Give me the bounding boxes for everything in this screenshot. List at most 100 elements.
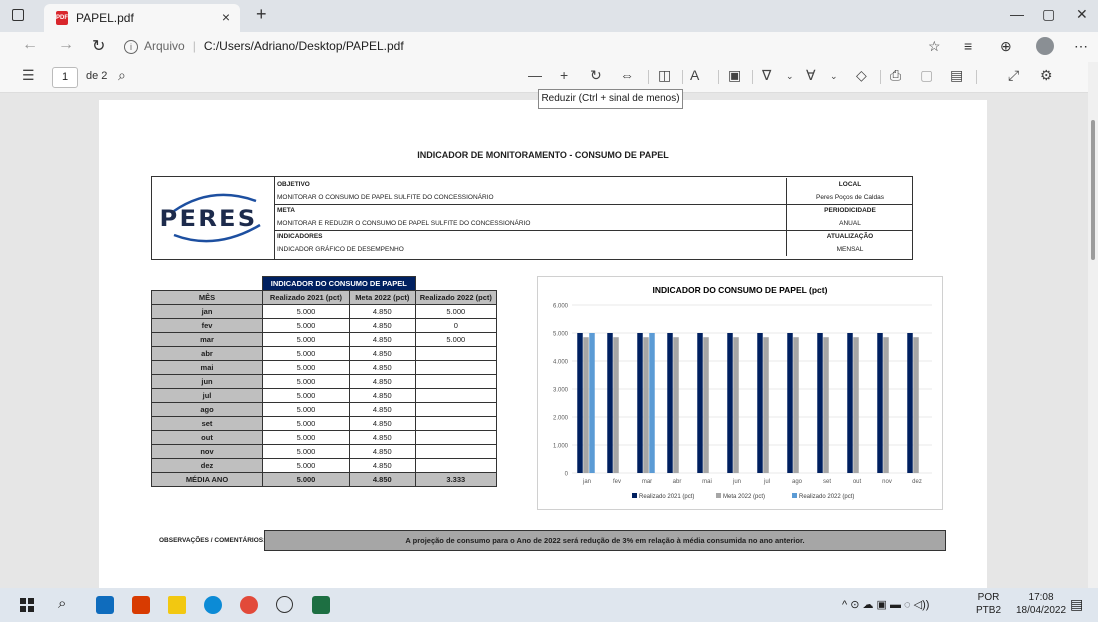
scrollbar-thumb[interactable] — [1091, 120, 1095, 260]
x-tick-label: out — [853, 479, 862, 485]
table-row: set 5.000 4.850 — [151, 416, 498, 431]
table-row: mai 5.000 4.850 — [151, 360, 498, 375]
draw-dropdown-icon[interactable]: ⌄ — [786, 71, 794, 82]
value-cell: 4.850 — [348, 402, 416, 417]
value-cell: 4.850 — [348, 304, 416, 319]
fit-page-icon[interactable]: ⇔ — [620, 67, 634, 83]
highlight-dropdown-icon[interactable]: ⌄ — [830, 71, 838, 82]
month-cell: fev — [151, 318, 263, 333]
settings-gear-icon[interactable]: ⚙ — [1040, 67, 1053, 84]
value-cell: 5.000 — [262, 374, 350, 389]
value-cell — [414, 346, 498, 361]
page-total: de 2 — [86, 70, 108, 82]
legend-swatch — [716, 493, 721, 498]
zoom-in-icon[interactable]: + — [560, 67, 568, 83]
search-taskbar-icon[interactable]: ⌕ — [58, 595, 66, 612]
fullscreen-icon[interactable]: ⤢ — [1008, 67, 1019, 84]
tray-icons[interactable]: ^ ⊙ ☁ ▣ ▬ ◌ ◁)) — [842, 598, 929, 611]
clock[interactable]: 17:08 18/04/2022 — [1016, 591, 1066, 617]
header-row-left: INDICADOR GRÁFICO DE DESEMPENHO — [277, 246, 404, 253]
collections-icon[interactable]: ⊕ — [1000, 38, 1012, 55]
legend-label: Realizado 2022 (pct) — [799, 494, 854, 500]
header-row-right: LOCAL — [786, 178, 913, 191]
rotate-icon[interactable]: ↻ — [590, 67, 602, 84]
page-view-icon[interactable]: ◫ — [658, 67, 671, 84]
month-cell: mar — [151, 332, 263, 347]
value-cell: 4.850 — [348, 444, 416, 459]
value-cell — [414, 444, 498, 459]
month-cell: abr — [151, 346, 263, 361]
value-cell — [414, 416, 498, 431]
bar-meta-2022 — [673, 337, 679, 473]
separator — [976, 70, 977, 84]
text-box-icon[interactable]: ▣ — [728, 67, 741, 84]
bar-realizado-2021 — [907, 333, 913, 473]
outlook-icon[interactable] — [96, 596, 114, 614]
refresh-icon[interactable]: ↻ — [92, 36, 105, 56]
excel-icon[interactable] — [312, 596, 330, 614]
tab-actions-icon[interactable] — [12, 9, 24, 21]
tab-close-icon[interactable]: × — [222, 9, 230, 25]
bar-meta-2022 — [703, 337, 709, 473]
more-icon[interactable]: ⋯ — [1074, 38, 1088, 55]
windows-start-icon[interactable] — [18, 596, 36, 614]
zoom-out-icon[interactable]: — — [528, 67, 542, 83]
value-cell: 0 — [414, 318, 498, 333]
close-window-button[interactable]: ✕ — [1076, 6, 1088, 23]
favorite-icon[interactable]: ☆ — [928, 38, 941, 55]
page-number-input[interactable]: 1 — [52, 67, 78, 88]
forward-icon[interactable]: → — [58, 36, 74, 54]
separator — [718, 70, 719, 84]
search-icon[interactable]: ⌕ — [118, 67, 126, 84]
tab-pdf[interactable]: PDF PAPEL.pdf × — [44, 4, 240, 32]
file-explorer-icon[interactable] — [168, 596, 186, 614]
contents-icon[interactable]: ☰ — [22, 67, 35, 84]
highlight-icon[interactable]: ∀ — [806, 67, 816, 84]
month-cell: ago — [151, 402, 263, 417]
profile-avatar[interactable] — [1036, 37, 1054, 55]
y-tick-label: 2.000 — [553, 416, 569, 422]
header-row-left: INDICADORES — [277, 233, 323, 240]
value-cell — [414, 360, 498, 375]
office-icon[interactable] — [132, 596, 150, 614]
save-as-icon[interactable]: ▤ — [950, 67, 963, 84]
clock-time: 17:08 — [1028, 592, 1054, 603]
draw-icon[interactable]: ∇ — [762, 67, 771, 84]
minimize-button[interactable]: — — [1010, 6, 1024, 22]
value-cell — [414, 430, 498, 445]
header-row: INDICADORES ATUALIZAÇÃO — [274, 230, 912, 243]
chrome-icon[interactable] — [240, 596, 258, 614]
legend-label: Meta 2022 (pct) — [723, 494, 765, 500]
bar-realizado-2021 — [787, 333, 793, 473]
bar-meta-2022 — [793, 337, 799, 473]
print-icon[interactable]: ⎙ — [890, 67, 901, 84]
new-tab-button[interactable]: + — [256, 4, 267, 25]
x-tick-label: jan — [582, 479, 591, 485]
favorites-list-icon[interactable]: ≡ — [964, 38, 972, 54]
y-tick-label: 0 — [565, 472, 569, 478]
separator — [682, 70, 683, 84]
address-bar-row: ← → ↻ i Arquivo | C:/Users/Adriano/Desktop/… — [0, 32, 1098, 63]
language-indicator[interactable]: POR PTB2 — [976, 591, 1001, 617]
pdf-file-icon: PDF — [56, 11, 68, 25]
edge-icon[interactable] — [204, 596, 222, 614]
value-cell: 5.000 — [262, 388, 350, 403]
info-icon[interactable]: i — [124, 40, 138, 54]
notifications-icon[interactable]: ▤ — [1070, 596, 1083, 613]
header-row-right: MENSAL — [786, 243, 913, 256]
restore-button[interactable]: ▢ — [1042, 6, 1055, 23]
logo-text: PERES — [159, 207, 258, 232]
taskbar: ⌕ ^ ⊙ ☁ ▣ ▬ ◌ ◁)) POR PTB2 17:08 18/04/2… — [0, 588, 1098, 622]
table-row: jan 5.000 4.850 5.000 — [151, 304, 498, 319]
save-icon[interactable]: ▢ — [920, 67, 933, 84]
column-header: MÊS — [151, 290, 263, 305]
table-row: abr 5.000 4.850 — [151, 346, 498, 361]
bar-meta-2022 — [733, 337, 739, 473]
read-aloud-icon[interactable]: A — [690, 67, 699, 83]
value-cell: 5.000 — [414, 304, 498, 319]
eraser-icon[interactable]: ◇ — [856, 67, 867, 84]
back-icon[interactable]: ← — [22, 36, 38, 54]
app-icon[interactable] — [276, 596, 293, 613]
url-bar[interactable]: i Arquivo | C:/Users/Adriano/Desktop/PAPEL.… — [124, 35, 964, 57]
table-row: mar 5.000 4.850 5.000 — [151, 332, 498, 347]
